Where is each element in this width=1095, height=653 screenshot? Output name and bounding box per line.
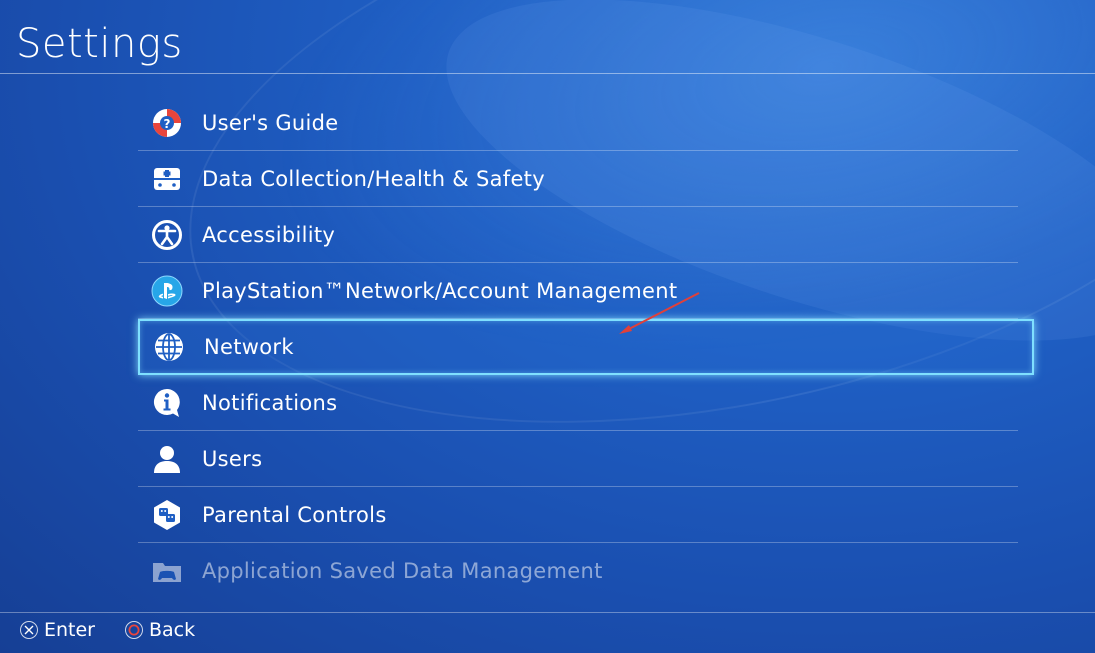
lifebuoy-help-icon: ?: [150, 106, 184, 140]
menu-item-psn-account[interactable]: PlayStation™Network/Account Management: [138, 263, 1018, 319]
cross-button-icon: [20, 621, 38, 639]
menu-item-label: Data Collection/Health & Safety: [202, 166, 545, 191]
menu-item-label: User's Guide: [202, 110, 339, 135]
parental-controls-icon: [150, 498, 184, 532]
menu-item-notifications[interactable]: Notifications: [138, 375, 1018, 431]
back-hint[interactable]: Back: [125, 619, 195, 641]
enter-label: Enter: [44, 619, 95, 641]
header-divider: [0, 73, 1095, 74]
circle-button-icon: [125, 621, 143, 639]
playstation-icon: [150, 274, 184, 308]
accessibility-icon: [150, 218, 184, 252]
menu-item-data-collection[interactable]: Data Collection/Health & Safety: [138, 151, 1018, 207]
menu-item-label: Users: [202, 446, 263, 471]
menu-item-label: Network: [204, 335, 294, 359]
enter-hint[interactable]: Enter: [20, 619, 95, 641]
menu-item-parental-controls[interactable]: Parental Controls: [138, 487, 1018, 543]
back-label: Back: [149, 619, 196, 641]
folder-controller-icon: [150, 554, 184, 588]
menu-item-label: PlayStation™Network/Account Management: [202, 278, 678, 303]
menu-item-label: Accessibility: [202, 222, 336, 247]
menu-item-users-guide[interactable]: ? User's Guide: [138, 95, 1018, 151]
svg-text:?: ?: [164, 117, 171, 131]
info-bubble-icon: [150, 386, 184, 420]
controller-hints: Enter Back: [20, 619, 225, 641]
settings-menu: ? User's Guide Data Collection/Health & …: [138, 95, 1034, 599]
user-icon: [150, 442, 184, 476]
first-aid-icon: [150, 162, 184, 196]
menu-item-users[interactable]: Users: [138, 431, 1018, 487]
footer-divider: [0, 612, 1095, 613]
menu-item-saved-data[interactable]: Application Saved Data Management: [138, 543, 1018, 599]
menu-item-network[interactable]: Network: [138, 319, 1034, 375]
page-title: Settings: [16, 21, 183, 67]
menu-item-label: Application Saved Data Management: [202, 559, 603, 583]
globe-icon: [152, 330, 186, 364]
menu-item-accessibility[interactable]: Accessibility: [138, 207, 1018, 263]
menu-item-label: Parental Controls: [202, 502, 387, 527]
menu-item-label: Notifications: [202, 390, 338, 415]
annotation-arrow-icon: [619, 292, 700, 334]
